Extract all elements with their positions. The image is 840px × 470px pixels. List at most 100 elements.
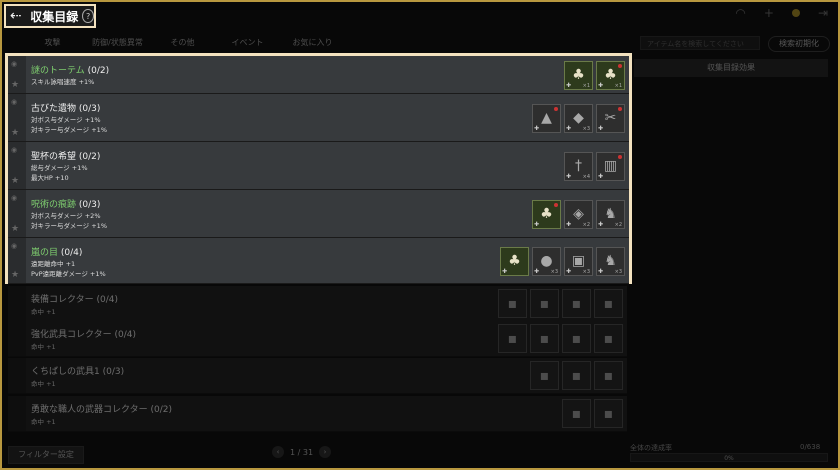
tab-favorites[interactable]: お気に入り	[280, 37, 345, 48]
collection-row[interactable]: ◉ ★ 謎のトーテム (0/2) スキル詠唱速度 +1% ♣ ✚ ×1 ♣ ✚ ×1	[8, 56, 629, 94]
item-slot[interactable]: ✂ ✚	[596, 103, 625, 133]
item-icon: ▪	[571, 405, 582, 422]
item-icon: ▪	[603, 405, 614, 422]
item-count: ×2	[582, 221, 590, 228]
stat-line: 対キラー与ダメージ +1%	[31, 222, 107, 230]
item-slots: ♣ ✚ ◈ ✚ ×2 ♞ ✚ ×2	[532, 199, 625, 229]
item-slot[interactable]: ◆ ✚ ×3	[564, 103, 593, 133]
item-slot[interactable]: ▪	[594, 399, 623, 428]
collection-name: 古びた遺物 (0/3)	[31, 101, 100, 114]
item-slot[interactable]: ▥ ✚	[596, 151, 625, 181]
item-slot[interactable]: ▣ ✚ ×3	[564, 246, 593, 276]
item-icon: ▲	[541, 110, 552, 126]
collection-name: くちばしの武具1 (0/3)	[31, 367, 125, 377]
item-icon: ▪	[539, 330, 550, 347]
search-input[interactable]: アイテム名を検索してください	[640, 36, 760, 50]
item-slot[interactable]: ▪	[594, 361, 623, 390]
collection-row[interactable]: 装備コレクター (0/4) 命中 +1 ▪ ▪ ▪ ▪	[8, 286, 627, 322]
next-page-button[interactable]: ›	[319, 446, 332, 458]
item-slot[interactable]: ▪	[594, 289, 623, 318]
reset-search-button[interactable]: 検索初期化	[768, 36, 830, 52]
item-slot[interactable]: ▪	[530, 289, 559, 318]
tab-other[interactable]: その他	[150, 37, 215, 48]
collection-row[interactable]: ◉ ★ 呪術の痕跡 (0/3) 対ボス与ダメージ +2% 対キラー与ダメージ +1% ♣ ✚…	[8, 190, 629, 238]
item-slot[interactable]: ♣ ✚ ×1	[596, 60, 625, 90]
plus-icon: ✚	[566, 81, 572, 89]
collection-row[interactable]: ◉ ★ 嵐の目 (0/4) 遠距離命中 +1 PvP遠距離ダメージ +1% ♣ ✚ ● ✚ ×3 ▣…	[8, 238, 629, 284]
item-slot[interactable]: ▪	[530, 361, 559, 390]
item-slot[interactable]: ♣ ✚	[500, 246, 529, 276]
alert-dot-icon	[618, 154, 622, 159]
favorite-star-icon[interactable]: ★	[11, 224, 19, 234]
favorite-star-icon[interactable]: ★	[11, 80, 19, 90]
eye-icon[interactable]: ◉	[11, 194, 17, 202]
exit-icon[interactable]: ⇥	[818, 6, 828, 20]
collection-count: (0/2)	[76, 152, 101, 162]
favorite-star-icon[interactable]: ★	[11, 128, 19, 138]
favorite-star-icon[interactable]: ★	[11, 270, 19, 280]
item-count: ×3	[582, 268, 590, 275]
eye-icon[interactable]: ◉	[11, 98, 17, 106]
item-icon: ✂	[604, 110, 617, 126]
help-icon[interactable]: ?	[82, 9, 94, 23]
back-arrow-icon[interactable]: ⇠	[10, 8, 26, 24]
item-count: ×4	[582, 173, 590, 180]
item-slot[interactable]: ♞ ✚ ×3	[596, 246, 625, 276]
plus-icon: ✚	[598, 124, 604, 132]
tab-event[interactable]: イベント	[215, 37, 280, 48]
item-slots: ▪ ▪ ▪ ▪	[498, 324, 623, 353]
item-count: ×3	[582, 125, 590, 132]
progress-count: 0/638	[800, 443, 821, 451]
plus-icon: ✚	[534, 220, 540, 228]
tab-defense[interactable]: 防御/状態異常	[85, 37, 150, 48]
item-slot[interactable]: † ✚ ×4	[564, 151, 593, 181]
stat-line: PvP遠距離ダメージ +1%	[31, 270, 106, 278]
item-slot[interactable]: ▪	[562, 324, 591, 353]
item-slot[interactable]: ▪	[594, 324, 623, 353]
item-slot[interactable]: ▪	[562, 361, 591, 390]
item-slot[interactable]: ▲ ✚	[532, 103, 561, 133]
collection-row[interactable]: 勇敢な職人の武器コレクター (0/2) 命中 +1 ▪ ▪	[8, 396, 627, 432]
collection-row[interactable]: 強化武具コレクター (0/4) 命中 +1 ▪ ▪ ▪ ▪	[8, 321, 627, 357]
filter-settings-button[interactable]: フィルター設定	[8, 446, 84, 464]
collection-row[interactable]: くちばしの武具1 (0/3) 命中 +1 ▪ ▪ ▪	[8, 358, 627, 394]
collection-count: (0/2)	[84, 66, 110, 76]
collection-name: 装備コレクター (0/4)	[31, 295, 119, 305]
collection-name: 強化武具コレクター (0/4)	[31, 330, 137, 340]
eye-icon[interactable]: ◉	[11, 146, 17, 154]
item-icon: ▪	[571, 367, 582, 384]
item-icon: ◈	[573, 206, 584, 222]
item-slot[interactable]: ▪	[498, 324, 527, 353]
row-side	[8, 321, 26, 356]
item-slot[interactable]: ♣ ✚	[532, 199, 561, 229]
wifi-icon: ◠	[735, 6, 746, 20]
item-slots: ♣ ✚ ×1 ♣ ✚ ×1	[564, 60, 625, 90]
item-slots: † ✚ ×4 ▥ ✚	[564, 151, 625, 181]
eye-icon[interactable]: ◉	[11, 60, 17, 68]
item-slot[interactable]: ● ✚ ×3	[532, 246, 561, 276]
tab-attack[interactable]: 攻撃	[20, 37, 85, 48]
stat-line: 命中 +1	[31, 308, 56, 316]
item-slot[interactable]: ▪	[562, 289, 591, 318]
plus-icon: ✚	[566, 172, 572, 180]
item-slot[interactable]: ▪	[498, 289, 527, 318]
item-slot[interactable]: ▪	[530, 324, 559, 353]
row-side	[8, 286, 26, 321]
collection-count: (0/3)	[76, 200, 101, 210]
item-slot[interactable]: ♞ ✚ ×2	[596, 199, 625, 229]
collection-title: 古びた遺物	[31, 104, 77, 114]
collection-row[interactable]: ◉ ★ 聖杯の希望 (0/2) 総与ダメージ +1% 最大HP +10 † ✚ ×4 ▥ ✚	[8, 142, 629, 190]
collection-row[interactable]: ◉ ★ 古びた遺物 (0/3) 対ボス与ダメージ +1% 対キラー与ダメージ +1% ▲ ✚…	[8, 94, 629, 142]
collection-title: 呪術の痕跡	[31, 200, 77, 210]
favorite-star-icon[interactable]: ★	[11, 176, 19, 186]
item-slots: ▪ ▪ ▪ ▪	[498, 289, 623, 318]
item-icon: ♞	[604, 253, 617, 269]
collection-name: 嵐の目 (0/4)	[31, 245, 82, 258]
item-slot[interactable]: ▪	[562, 399, 591, 428]
item-slot[interactable]: ♣ ✚ ×1	[564, 60, 593, 90]
item-icon: ♣	[572, 67, 585, 83]
eye-icon[interactable]: ◉	[11, 242, 17, 250]
prev-page-button[interactable]: ‹	[272, 446, 284, 458]
item-slot[interactable]: ◈ ✚ ×2	[564, 199, 593, 229]
plus-icon[interactable]: +	[764, 6, 774, 20]
